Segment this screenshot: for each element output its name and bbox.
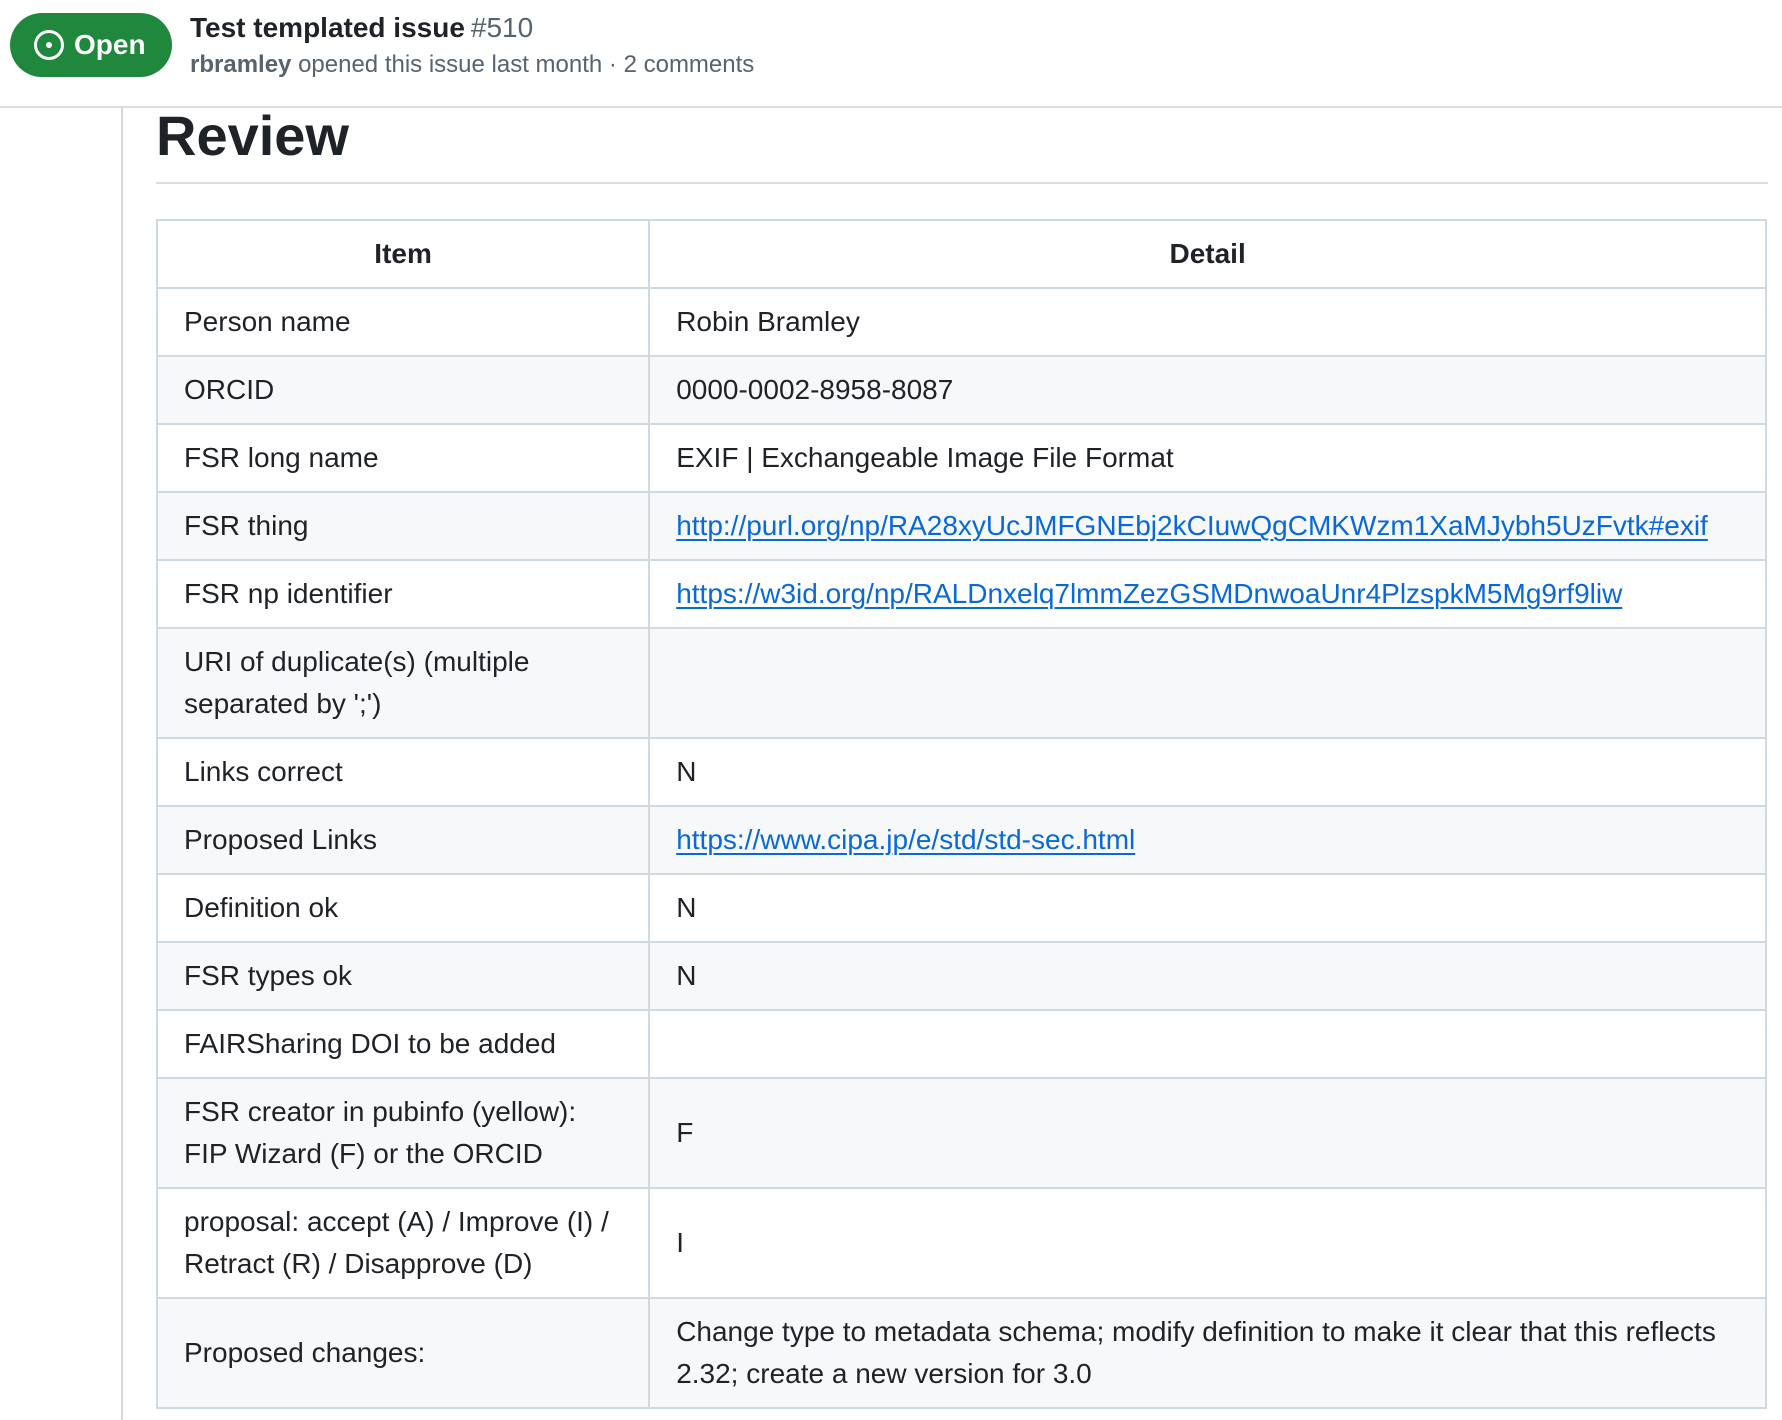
row-item-cell: FSR np identifier [155,559,651,629]
table-row: FSR np identifier https://w3id.org/np/RA… [155,559,1767,629]
issue-sticky-header: Open Test templated issue #510 rbramley o… [0,0,1782,108]
row-detail-cell: 0000-0002-8958-8087 [648,355,1767,425]
table-header-row: Item Detail [155,219,1767,289]
issue-title[interactable]: Test templated issue [190,12,465,43]
table-row: Links correct N [155,737,1767,807]
issue-page: Open Test templated issue #510 rbramley o… [0,0,1782,1420]
row-item-cell: Proposed Links [155,805,651,875]
table-row: ORCID 0000-0002-8958-8087 [155,355,1767,425]
table-row: FAIRSharing DOI to be added [155,1009,1767,1079]
row-item-cell: Proposed changes: [155,1297,651,1409]
table-row: Definition ok N [155,873,1767,943]
row-item-cell: FAIRSharing DOI to be added [155,1009,651,1079]
row-detail-cell: N [648,737,1767,807]
table-row: Proposed changes: Change type to metadat… [155,1297,1767,1409]
row-detail-cell: I [648,1187,1767,1299]
row-detail-cell: http://purl.org/np/RA28xyUcJMFGNEbj2kCIu… [648,491,1767,561]
row-item-cell: URI of duplicate(s) (multiple separated … [155,627,651,739]
table-row: FSR types ok N [155,941,1767,1011]
row-item-cell: Definition ok [155,873,651,943]
issue-meta-text: opened this issue last month · 2 comment… [298,51,755,78]
issue-opened-icon [34,30,64,60]
row-detail-cell: https://w3id.org/np/RALDnxelq7lmmZezGSMD… [648,559,1767,629]
row-detail-cell: N [648,873,1767,943]
table-row: Person name Robin Bramley [155,287,1767,357]
issue-author-link[interactable]: rbramley [190,51,291,78]
row-detail-cell [648,1009,1767,1079]
table-row: proposal: accept (A) / Improve (I) / Ret… [155,1187,1767,1299]
issue-meta: rbramley opened this issue last month · … [190,49,754,81]
row-item-cell: Person name [155,287,651,357]
column-header-item: Item [155,219,651,289]
table-row: Proposed Links https://www.cipa.jp/e/std… [155,805,1767,875]
table-row: FSR long name EXIF | Exchangeable Image … [155,423,1767,493]
review-table: Item Detail Person name Robin Bramley OR… [155,219,1767,1409]
column-header-detail: Detail [648,219,1767,289]
row-item-cell: ORCID [155,355,651,425]
issue-title-line: Test templated issue #510 [190,10,533,46]
row-item-cell: FSR thing [155,491,651,561]
row-detail-cell: https://www.cipa.jp/e/std/std-sec.html [648,805,1767,875]
fsr-np-identifier-link[interactable]: https://w3id.org/np/RALDnxelq7lmmZezGSMD… [676,578,1622,609]
fsr-thing-link[interactable]: http://purl.org/np/RA28xyUcJMFGNEbj2kCIu… [676,510,1708,541]
row-detail-cell [648,627,1767,739]
row-detail-cell: F [648,1077,1767,1189]
proposed-links-link[interactable]: https://www.cipa.jp/e/std/std-sec.html [676,824,1135,855]
issue-number: #510 [470,12,534,43]
row-item-cell: Links correct [155,737,651,807]
row-detail-cell: Change type to metadata schema; modify d… [648,1297,1767,1409]
row-detail-cell: EXIF | Exchangeable Image File Format [648,423,1767,493]
issue-state-label: Open [74,29,146,60]
row-item-cell: FSR types ok [155,941,651,1011]
row-item-cell: FSR long name [155,423,651,493]
row-detail-cell: N [648,941,1767,1011]
review-heading: Review [156,100,1768,184]
table-row: FSR thing http://purl.org/np/RA28xyUcJMF… [155,491,1767,561]
issue-state-badge: Open [10,13,172,77]
table-row: URI of duplicate(s) (multiple separated … [155,627,1767,739]
row-item-cell: FSR creator in pubinfo (yellow): FIP Wiz… [155,1077,651,1189]
row-detail-cell: Robin Bramley [648,287,1767,357]
timeline-rail [121,108,123,1420]
row-item-cell: proposal: accept (A) / Improve (I) / Ret… [155,1187,651,1299]
table-row: FSR creator in pubinfo (yellow): FIP Wiz… [155,1077,1767,1189]
